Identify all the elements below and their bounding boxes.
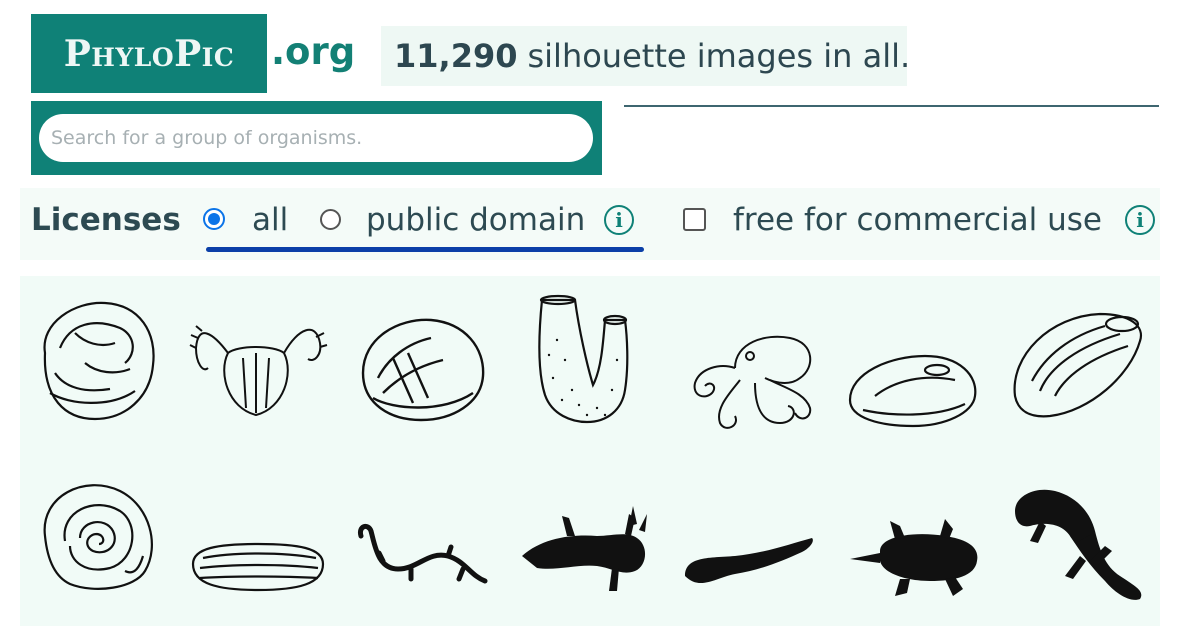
octopus-icon[interactable]: [680, 308, 820, 448]
axolotl-icon[interactable]: [517, 476, 657, 616]
search-bar: [31, 101, 602, 175]
selection-underline: [206, 247, 644, 252]
logo-text: PhyloPic: [63, 32, 235, 75]
razor-clam-icon[interactable]: [188, 486, 328, 626]
silhouette-gallery: [20, 276, 1160, 626]
radio-public-domain-label[interactable]: public domain: [366, 202, 585, 238]
radio-public-domain[interactable]: [320, 209, 341, 230]
tunicate-icon[interactable]: [517, 290, 657, 430]
checkbox-commercial-use[interactable]: [683, 208, 706, 231]
info-icon[interactable]: i: [1125, 205, 1155, 235]
info-icon[interactable]: i: [604, 205, 634, 235]
oyster-icon[interactable]: [25, 293, 165, 433]
image-count: 11,290: [394, 37, 518, 75]
divider: [624, 105, 1159, 107]
image-count-text: silhouette images in all.: [527, 37, 911, 75]
snail-shell-icon[interactable]: [25, 456, 165, 596]
licenses-label: Licenses: [31, 202, 181, 238]
logo[interactable]: PhyloPic: [31, 14, 267, 93]
logo-suffix: .org: [271, 30, 356, 73]
gecko-icon[interactable]: [1010, 481, 1150, 621]
image-count-banner: 11,290 silhouette images in all.: [381, 26, 911, 86]
search-input[interactable]: [39, 114, 593, 162]
radio-all[interactable]: [203, 208, 225, 230]
eel-icon[interactable]: [680, 486, 820, 626]
radio-all-label[interactable]: all: [252, 202, 288, 238]
mussel-icon[interactable]: [845, 308, 985, 448]
checkbox-commercial-use-label[interactable]: free for commercial use: [733, 202, 1102, 238]
toad-icon[interactable]: [845, 481, 985, 621]
barnacle-icon[interactable]: [188, 293, 328, 433]
oyster-shell-icon[interactable]: [1010, 286, 1150, 426]
clam-icon[interactable]: [353, 298, 493, 438]
salamander-icon[interactable]: [353, 481, 493, 621]
licenses-filter: Licenses all public domain i free for co…: [20, 188, 1160, 260]
